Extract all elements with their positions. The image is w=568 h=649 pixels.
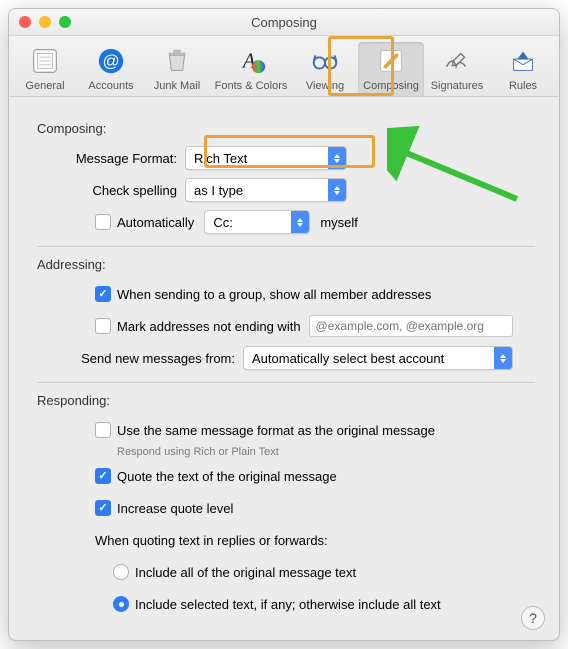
message-format-select[interactable]: Rich Text (185, 146, 347, 170)
tab-label: Rules (509, 80, 537, 92)
chevron-updown-icon (328, 147, 346, 169)
quoting-heading: When quoting text in replies or forwards… (95, 533, 328, 548)
check-spelling-select[interactable]: as I type (185, 178, 347, 202)
checkbox-label: Quote the text of the original message (117, 469, 337, 484)
tab-label: Signatures (431, 80, 484, 92)
select-value: as I type (194, 183, 322, 198)
tab-label: Fonts & Colors (215, 80, 288, 92)
tab-label: Composing (363, 80, 419, 92)
select-value: Cc: (213, 215, 285, 230)
svg-text:@: @ (102, 52, 119, 71)
same-format-hint: Respond using Rich or Plain Text (117, 446, 535, 458)
checkbox-label: Use the same message format as the origi… (117, 423, 435, 438)
send-from-label: Send new messages from: (57, 351, 243, 366)
preferences-window: Composing General @ Accounts Junk Mail (8, 8, 560, 641)
glasses-icon (308, 44, 342, 78)
checkbox-label: Mark addresses not ending with (117, 319, 301, 334)
help-button[interactable]: ? (521, 606, 545, 630)
preferences-toolbar: General @ Accounts Junk Mail A (9, 36, 559, 97)
checkbox-icon (95, 318, 111, 334)
tab-label: General (25, 80, 64, 92)
tab-label: Junk Mail (154, 80, 200, 92)
check-spelling-label: Check spelling (57, 183, 185, 198)
tab-fonts-colors[interactable]: A Fonts & Colors (210, 42, 292, 96)
mark-addresses-checkbox[interactable]: Mark addresses not ending with (95, 318, 301, 334)
domain-exceptions-input[interactable] (309, 315, 513, 337)
chevron-updown-icon (328, 179, 346, 201)
tab-label: Accounts (88, 80, 133, 92)
tab-label: Viewing (306, 80, 344, 92)
radio-icon (113, 564, 129, 580)
fonts-icon: A (234, 44, 268, 78)
checkbox-icon (95, 500, 111, 516)
show-group-addresses-checkbox[interactable]: When sending to a group, show all member… (95, 286, 431, 302)
rules-icon (506, 44, 540, 78)
window-title: Composing (251, 15, 317, 30)
signature-icon (440, 44, 474, 78)
message-format-label: Message Format: (57, 151, 185, 166)
tab-rules[interactable]: Rules (490, 42, 556, 96)
chevron-updown-icon (291, 211, 309, 233)
checkbox-label: Automatically (117, 215, 194, 230)
tab-signatures[interactable]: Signatures (424, 42, 490, 96)
cc-bcc-select[interactable]: Cc: (204, 210, 310, 234)
close-window-button[interactable] (19, 16, 31, 28)
zoom-window-button[interactable] (59, 16, 71, 28)
chevron-updown-icon (494, 347, 512, 369)
checkbox-icon (95, 422, 111, 438)
include-all-radio[interactable]: Include all of the original message text (113, 564, 356, 580)
select-value: Rich Text (194, 151, 322, 166)
tab-accounts[interactable]: @ Accounts (78, 42, 144, 96)
divider (37, 382, 535, 383)
send-from-select[interactable]: Automatically select best account (243, 346, 513, 370)
radio-label: Include selected text, if any; otherwise… (135, 597, 441, 612)
quote-text-checkbox[interactable]: Quote the text of the original message (95, 468, 337, 484)
tab-general[interactable]: General (12, 42, 78, 96)
help-icon: ? (529, 610, 537, 626)
section-responding-title: Responding: (37, 393, 535, 408)
radio-icon (113, 596, 129, 612)
myself-suffix: myself (320, 215, 358, 230)
checkbox-icon (95, 468, 111, 484)
trash-icon (160, 44, 194, 78)
checkbox-label: When sending to a group, show all member… (117, 287, 431, 302)
minimize-window-button[interactable] (39, 16, 51, 28)
automatically-cc-checkbox[interactable]: Automatically (95, 214, 194, 230)
tab-composing[interactable]: Composing (358, 42, 424, 96)
checkbox-label: Increase quote level (117, 501, 233, 516)
tab-viewing[interactable]: Viewing (292, 42, 358, 96)
section-addressing-title: Addressing: (37, 257, 535, 272)
checkbox-icon (95, 214, 111, 230)
checkbox-icon (95, 286, 111, 302)
compose-icon (374, 44, 408, 78)
increase-quote-checkbox[interactable]: Increase quote level (95, 500, 233, 516)
titlebar: Composing (9, 9, 559, 36)
preferences-content: Composing: Message Format: Rich Text Che… (9, 97, 559, 640)
tab-junk-mail[interactable]: Junk Mail (144, 42, 210, 96)
general-icon (28, 44, 62, 78)
section-composing-title: Composing: (37, 121, 535, 136)
window-controls (19, 16, 71, 28)
radio-label: Include all of the original message text (135, 565, 356, 580)
divider (37, 246, 535, 247)
include-selected-radio[interactable]: Include selected text, if any; otherwise… (113, 596, 441, 612)
at-icon: @ (94, 44, 128, 78)
same-format-checkbox[interactable]: Use the same message format as the origi… (95, 422, 435, 438)
select-value: Automatically select best account (252, 351, 488, 366)
